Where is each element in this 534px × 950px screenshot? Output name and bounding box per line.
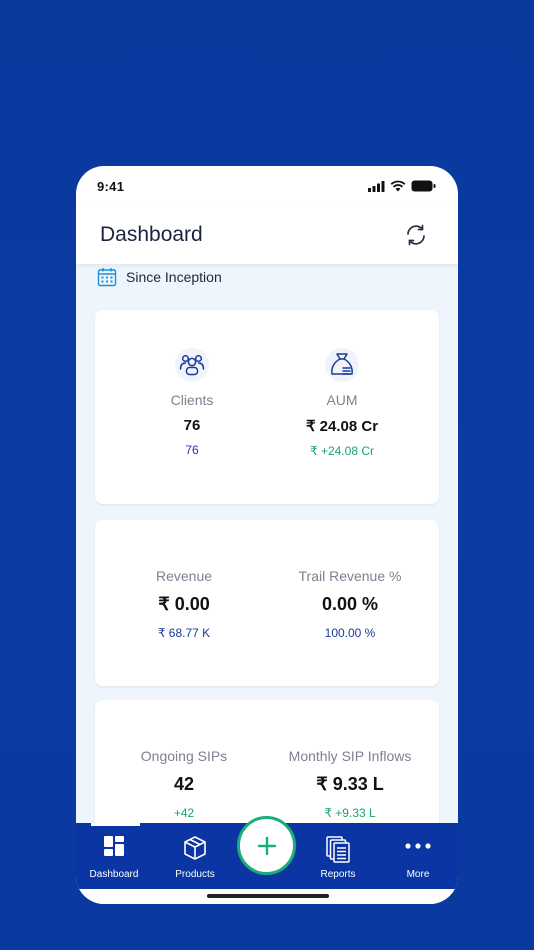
reports-icon [326,836,350,863]
sip-card[interactable]: Ongoing SIPs 42 +42 Monthly SIP Inflows … [95,700,439,824]
box-icon [184,836,206,860]
aum-stat: AUM ₹ 24.08 Cr ₹ +24.08 Cr [267,348,417,458]
app-header: Dashboard [76,206,458,264]
revenue-value: ₹ 0.00 [158,594,210,614]
home-indicator[interactable] [207,894,329,898]
trail-revenue-sub: 100.00 % [324,626,376,640]
revenue-label: Revenue [155,568,213,584]
revenue-sub: ₹ 68.77 K [157,626,211,640]
monthly-sip-inflows-value: ₹ 9.33 L [316,774,384,794]
dashboard-content: Since Inception Clients 76 76 AUM ₹ 24.0… [76,264,458,824]
nav-item-dashboard[interactable]: Dashboard [76,823,152,889]
page-title: Dashboard [100,223,203,246]
wifi-icon [390,180,406,192]
ongoing-sips-sub: +42 [173,806,195,820]
trail-revenue-label: Trail Revenue % [298,568,402,584]
nav-item-reports[interactable]: Reports [300,823,376,889]
clients-sub: 76 [185,443,199,457]
monthly-sip-inflows-label: Monthly SIP Inflows [288,748,412,764]
add-button[interactable] [237,816,296,875]
dashboard-icon [104,836,124,856]
nav-label-products: Products [175,869,215,880]
nav-label-more: More [406,869,430,880]
signal-icon [368,180,385,192]
trail-revenue-value: 0.00 % [321,594,379,614]
battery-icon [411,180,436,192]
ongoing-sips-stat: Ongoing SIPs 42 +42 [109,748,259,820]
clients-value: 76 [183,417,201,434]
money-bag-icon [325,348,359,382]
revenue-stat: Revenue ₹ 0.00 ₹ 68.77 K [109,568,259,640]
more-icon [405,843,431,849]
aum-sub: ₹ +24.08 Cr [309,444,374,458]
calendar-icon [97,268,117,287]
ongoing-sips-value: 42 [173,774,195,794]
clients-label: Clients [170,392,214,408]
date-filter-label: Since Inception [126,269,222,285]
nav-item-products[interactable]: Products [157,823,233,889]
users-icon [175,348,209,382]
monthly-sip-inflows-sub: ₹ +9.33 L [324,806,376,820]
date-filter[interactable]: Since Inception [97,264,222,290]
monthly-sip-inflows-stat: Monthly SIP Inflows ₹ 9.33 L ₹ +9.33 L [274,748,426,820]
ongoing-sips-label: Ongoing SIPs [140,748,228,764]
revenue-card[interactable]: Revenue ₹ 0.00 ₹ 68.77 K Trail Revenue %… [95,520,439,686]
nav-label-reports: Reports [320,869,356,880]
aum-label: AUM [326,392,358,408]
clients-aum-card[interactable]: Clients 76 76 AUM ₹ 24.08 Cr ₹ +24.08 Cr [95,310,439,504]
clients-stat: Clients 76 76 [117,348,267,457]
phone-frame: 9:41 Dashboard Since Inception Clients 7… [76,166,458,904]
nav-active-indicator [91,823,140,826]
status-bar: 9:41 [76,166,458,206]
nav-item-more[interactable]: More [380,823,456,889]
nav-label-dashboard: Dashboard [89,869,139,880]
plus-icon [257,836,276,855]
trail-revenue-stat: Trail Revenue % 0.00 % 100.00 % [274,568,426,640]
status-icons [368,180,436,192]
refresh-icon[interactable] [404,223,428,247]
status-time: 9:41 [97,178,125,194]
aum-value: ₹ 24.08 Cr [305,418,379,435]
